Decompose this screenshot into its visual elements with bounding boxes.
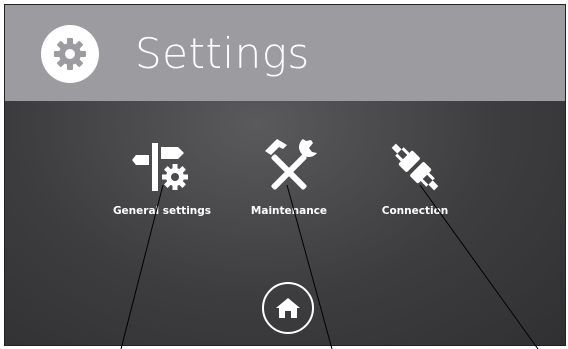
- gear-icon: [54, 38, 86, 70]
- hammer-wrench-icon: [265, 139, 317, 190]
- settings-badge: [41, 25, 99, 83]
- maintenance-label: Maintenance: [250, 205, 328, 217]
- general-settings-label: General settings: [112, 205, 212, 217]
- connection-button[interactable]: Connection: [355, 135, 475, 231]
- general-settings-button[interactable]: General settings: [102, 135, 222, 231]
- settings-screen: Settings General settings Maintenance Co…: [4, 4, 566, 346]
- maintenance-button[interactable]: Maintenance: [229, 135, 349, 231]
- signpost-gear-icon: [132, 143, 188, 191]
- header-bar: Settings: [5, 5, 565, 101]
- connection-label: Connection: [381, 205, 449, 217]
- home-icon: [276, 298, 300, 318]
- page-title: Settings: [135, 29, 310, 78]
- home-button[interactable]: [262, 282, 314, 334]
- plug-connector-icon: [391, 143, 439, 191]
